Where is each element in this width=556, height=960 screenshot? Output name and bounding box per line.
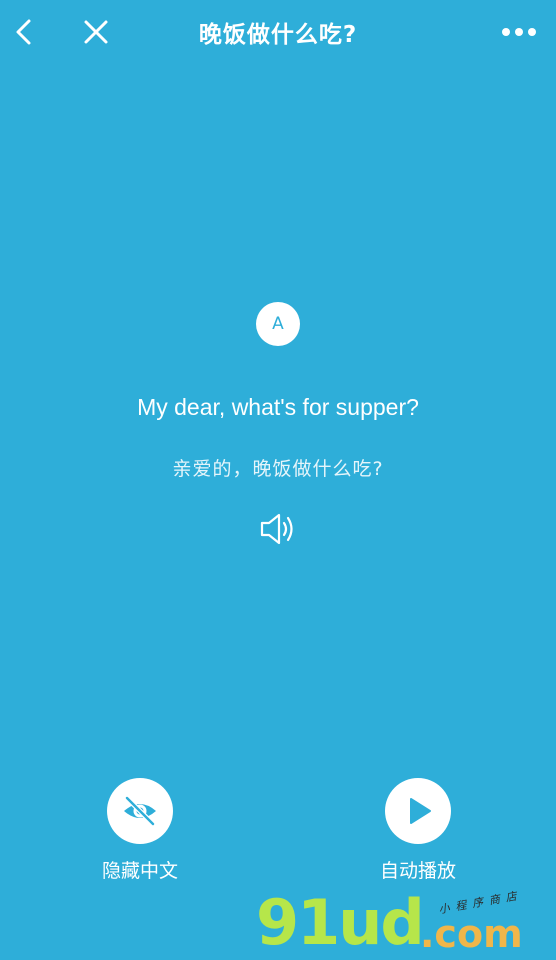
page-title: 晚饭做什么吃? bbox=[198, 22, 358, 48]
more-options-button[interactable] bbox=[496, 12, 542, 52]
back-button[interactable] bbox=[4, 12, 44, 52]
close-icon bbox=[84, 20, 108, 44]
hide-chinese-button[interactable]: 隐藏中文 bbox=[94, 778, 186, 883]
play-icon bbox=[410, 798, 431, 824]
chevron-left-icon bbox=[16, 19, 31, 45]
sentence-english: My dear, what's for supper? bbox=[137, 394, 419, 420]
watermark-domain: .com bbox=[420, 912, 523, 956]
auto-play-label: 自动播放 bbox=[379, 860, 456, 882]
watermark-logo: 91ud bbox=[256, 886, 425, 959]
close-button[interactable] bbox=[76, 12, 116, 52]
auto-play-button[interactable]: 自动播放 bbox=[372, 778, 464, 883]
hide-chinese-label: 隐藏中文 bbox=[101, 860, 178, 882]
more-dots-icon bbox=[502, 28, 536, 36]
watermark: 91ud .com 小程序商店 bbox=[256, 886, 556, 960]
auto-play-circle[interactable] bbox=[385, 778, 451, 844]
eye-off-icon bbox=[124, 795, 156, 827]
speaker-badge: A bbox=[256, 302, 300, 346]
hide-chinese-circle[interactable] bbox=[107, 778, 173, 844]
speaker-icon bbox=[260, 513, 293, 545]
watermark-subtitle: 小程序商店 bbox=[437, 888, 524, 917]
sentence-chinese: 亲爱的，晚饭做什么吃? bbox=[172, 458, 384, 480]
top-navigation-bar: 晚饭做什么吃? bbox=[0, 0, 556, 66]
play-audio-button[interactable] bbox=[257, 509, 299, 549]
